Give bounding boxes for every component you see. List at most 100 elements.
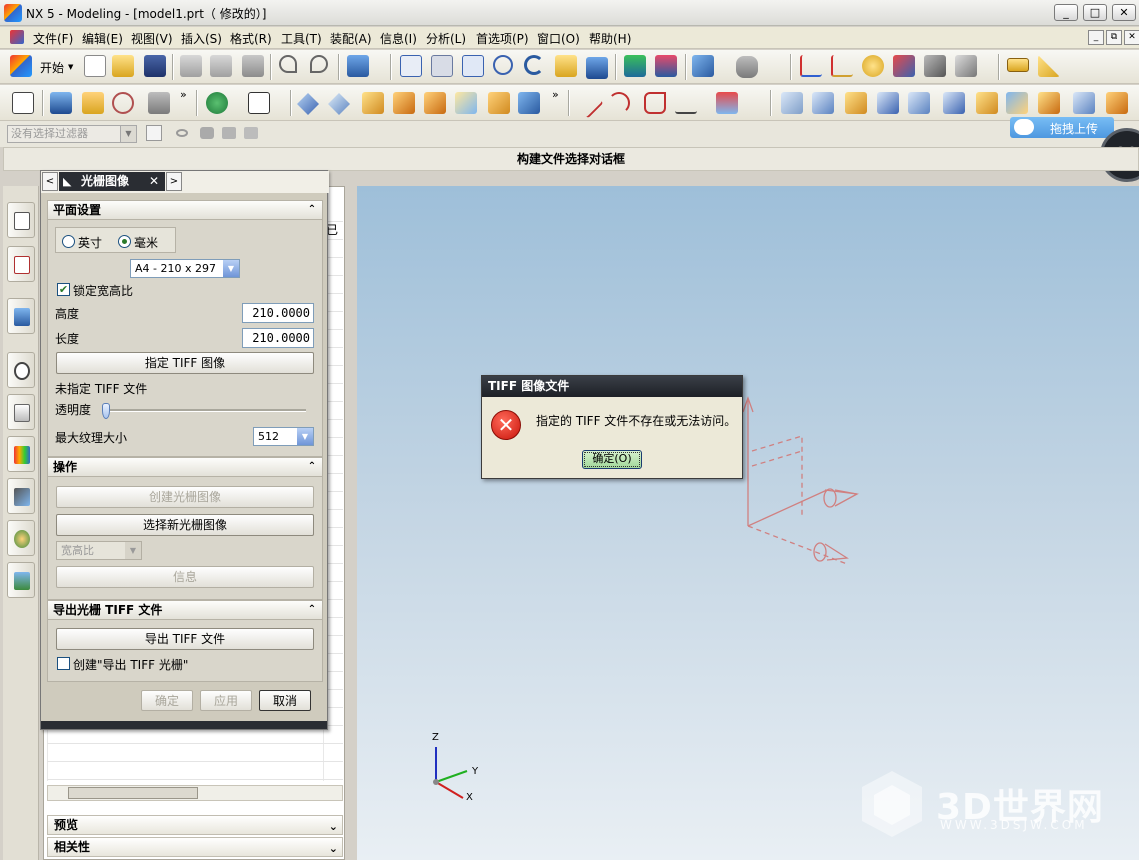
menu-information[interactable]: 信息(I) (380, 30, 417, 47)
shell-icon[interactable] (488, 92, 510, 114)
menu-file[interactable]: 文件(F) (33, 30, 73, 47)
menu-assembly[interactable]: 装配(A) (330, 30, 372, 47)
arc-icon[interactable] (608, 92, 630, 114)
menu-insert[interactable]: 插入(S) (181, 30, 222, 47)
select-features-icon[interactable] (200, 127, 214, 139)
measure-distance-icon[interactable] (1007, 58, 1029, 72)
spline-icon[interactable] (675, 92, 697, 114)
ruled-surface-icon[interactable] (877, 92, 899, 114)
chevron-down-icon[interactable]: ⌄ (329, 818, 338, 836)
wcs-origin-icon[interactable] (831, 55, 853, 77)
chevron-down-icon[interactable]: ▼ (120, 126, 136, 142)
length-field[interactable]: 210.0000 (242, 328, 314, 348)
graphics-window[interactable]: Z Y X (357, 186, 1139, 860)
boss-icon[interactable] (518, 92, 540, 114)
wcs-icon[interactable] (800, 55, 822, 77)
inch-radio[interactable] (62, 235, 75, 248)
upload-button[interactable]: 拖拽上传 (1010, 117, 1114, 138)
type-filter-select[interactable]: 没有选择过滤器 ▼ (7, 125, 137, 143)
zoom-window-icon[interactable] (431, 55, 453, 77)
roles-tab[interactable] (7, 520, 35, 556)
create-export-checkbox[interactable] (57, 657, 70, 670)
hole-icon[interactable] (455, 92, 477, 114)
start-dropdown-icon[interactable]: ▼ (68, 63, 73, 71)
rotate-icon[interactable] (524, 55, 544, 75)
preview-section[interactable]: 预览 ⌄ (47, 815, 343, 835)
height-field[interactable]: 210.0000 (242, 303, 314, 323)
select-icon[interactable] (347, 55, 369, 77)
chevron-down-icon[interactable]: ▼ (125, 542, 141, 559)
copy-icon[interactable] (210, 55, 232, 77)
system-materials-tab[interactable] (7, 394, 35, 430)
transparency-slider-thumb[interactable] (102, 403, 110, 419)
pin-icon[interactable]: ◣ (63, 172, 71, 191)
orient-view-icon[interactable] (586, 57, 608, 79)
trim-body-icon[interactable] (943, 92, 965, 114)
create-raster-button[interactable]: 创建光栅图像 (56, 486, 314, 508)
new-file-icon[interactable] (84, 55, 106, 77)
menu-edit[interactable]: 编辑(E) (82, 30, 123, 47)
mdi-restore-button[interactable]: ⧉ (1106, 30, 1122, 45)
menu-preferences[interactable]: 首选项(P) (476, 30, 529, 47)
operation-header[interactable]: 操作 ⌃ (47, 457, 323, 477)
dependencies-section[interactable]: 相关性 ⌄ (47, 837, 343, 857)
tab-next-icon[interactable]: > (166, 172, 182, 191)
snap-icon[interactable] (176, 129, 188, 137)
block-icon[interactable] (362, 92, 384, 114)
select-edges-icon[interactable] (244, 127, 258, 139)
raster-image-tab[interactable]: ◣ 光栅图像 ✕ (59, 172, 165, 191)
wcs-dynamics-icon[interactable] (924, 55, 946, 77)
sketch-rectangle-icon[interactable] (248, 92, 270, 114)
select-new-raster-button[interactable]: 选择新光栅图像 (56, 514, 314, 536)
cut-icon[interactable] (180, 55, 202, 77)
system-scene-tab[interactable] (7, 562, 35, 598)
error-ok-button[interactable]: 确定(O) (582, 450, 642, 469)
pan-icon[interactable] (555, 55, 577, 77)
part-navigator-tab[interactable] (7, 246, 35, 282)
chevron-down-icon[interactable]: ▼ (223, 260, 239, 277)
n-sided-surface-icon[interactable] (908, 92, 930, 114)
horizontal-scrollbar[interactable] (47, 785, 343, 801)
through-curves-icon[interactable] (781, 92, 803, 114)
apply-button[interactable]: 应用 (200, 690, 252, 711)
wcs-save-icon[interactable] (955, 55, 977, 77)
history-tab[interactable] (7, 352, 35, 388)
curve-icon[interactable] (644, 92, 666, 114)
wcs-orient-icon[interactable] (893, 55, 915, 77)
menu-window[interactable]: 窗口(O) (537, 30, 580, 47)
undo-icon[interactable] (279, 55, 297, 73)
patch-icon[interactable] (1006, 92, 1028, 114)
mm-radio[interactable] (118, 235, 131, 248)
layer-settings-icon[interactable] (655, 55, 677, 77)
open-folder-icon[interactable] (112, 55, 134, 77)
specify-tiff-button[interactable]: 指定 TIFF 图像 (56, 352, 314, 374)
max-texture-select[interactable]: 512 ▼ (253, 427, 314, 446)
mdi-minimize-button[interactable]: _ (1088, 30, 1104, 45)
transparency-slider[interactable] (102, 409, 306, 412)
menu-analysis[interactable]: 分析(L) (426, 30, 466, 47)
scrollbar-thumb[interactable] (68, 787, 198, 799)
fit-icon[interactable] (400, 55, 422, 77)
render-style-icon[interactable] (736, 56, 758, 78)
rotate-wcs-icon[interactable] (862, 55, 884, 77)
layer-icon[interactable] (624, 55, 646, 77)
edge-blend-icon[interactable] (393, 92, 415, 114)
chevron-down-icon[interactable]: ▼ (297, 428, 313, 445)
unite-icon[interactable] (297, 93, 319, 115)
lock-aspect-checkbox[interactable]: ✔ (57, 283, 70, 296)
menu-view[interactable]: 视图(V) (131, 30, 173, 47)
export-tiff-button[interactable]: 导出 TIFF 文件 (56, 628, 314, 650)
chevron-down-icon[interactable]: ⌄ (329, 840, 338, 858)
menu-help[interactable]: 帮助(H) (589, 30, 631, 47)
menu-format[interactable]: 格式(R) (230, 30, 272, 47)
aspect-ratio-select[interactable]: 宽高比 ▼ (56, 541, 142, 560)
collapse-icon[interactable]: ⌃ (304, 459, 320, 475)
filter-settings-icon[interactable] (146, 125, 162, 141)
magnify-icon[interactable] (493, 55, 513, 75)
select-faces-icon[interactable] (222, 127, 236, 139)
paste-icon[interactable] (242, 55, 264, 77)
info-button[interactable]: 信息 (56, 566, 314, 588)
mdi-close-button[interactable]: ✕ (1124, 30, 1139, 45)
overflow-chevron-icon[interactable]: » (552, 88, 559, 101)
offset-face-icon[interactable] (1073, 92, 1095, 114)
